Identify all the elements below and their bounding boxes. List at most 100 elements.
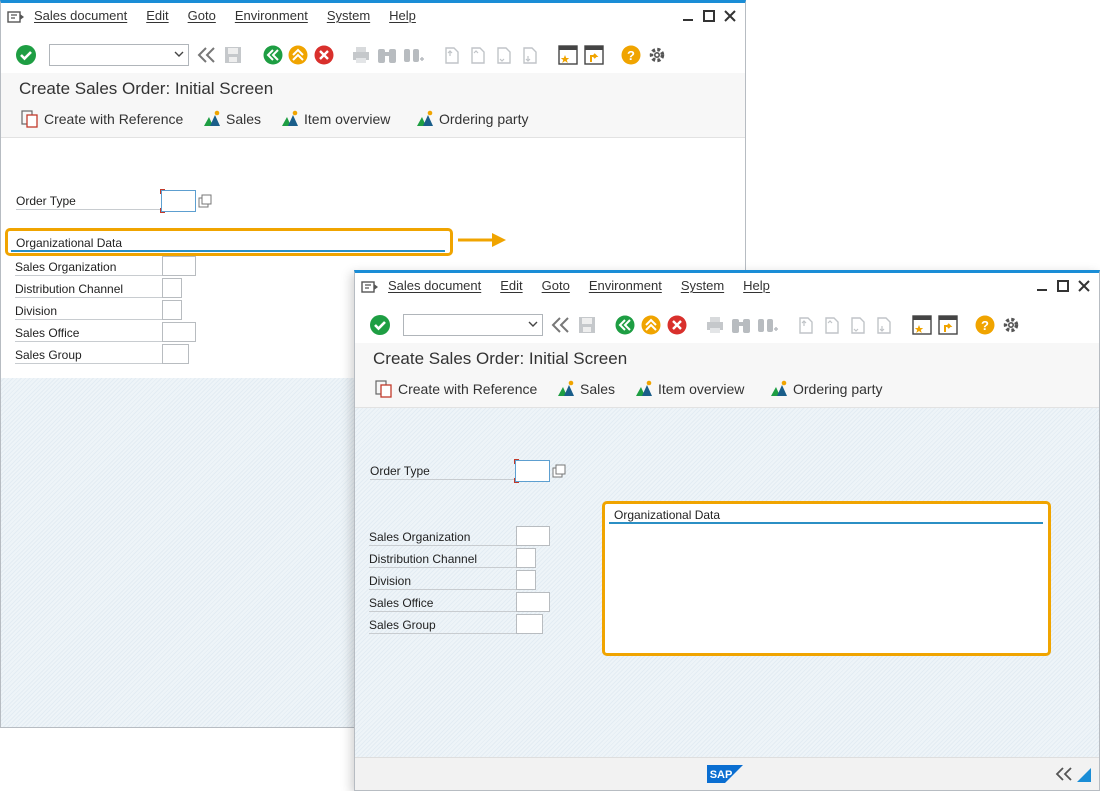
double-chevron-left-icon[interactable] bbox=[197, 46, 217, 64]
order-type-input[interactable] bbox=[516, 461, 553, 483]
sales-button[interactable]: Sales bbox=[203, 110, 261, 128]
gear-icon[interactable] bbox=[647, 45, 667, 65]
gear-icon[interactable] bbox=[1001, 315, 1021, 335]
menu-help[interactable]: Help bbox=[743, 278, 770, 293]
menu-sales-document[interactable]: Sales document bbox=[34, 8, 127, 23]
help-icon[interactable]: ? bbox=[621, 45, 641, 65]
distribution-channel-input[interactable] bbox=[163, 279, 181, 297]
item-overview-button[interactable]: Item overview bbox=[635, 380, 744, 398]
find-icon[interactable] bbox=[730, 315, 752, 335]
menu-edit[interactable]: Edit bbox=[146, 8, 168, 23]
create-session-icon[interactable] bbox=[557, 44, 579, 66]
sales-group-input[interactable] bbox=[163, 345, 188, 363]
help-icon[interactable]: ? bbox=[975, 315, 995, 335]
maximize-icon[interactable] bbox=[1056, 279, 1070, 293]
sales-group-field[interactable] bbox=[516, 614, 543, 634]
item-overview-button[interactable]: Item overview bbox=[281, 110, 390, 128]
close-icon[interactable] bbox=[723, 9, 737, 23]
command-input[interactable] bbox=[52, 46, 171, 66]
division-input[interactable] bbox=[517, 571, 535, 589]
order-type-field[interactable] bbox=[160, 189, 199, 213]
print-icon[interactable] bbox=[351, 46, 371, 64]
create-session-icon[interactable] bbox=[911, 314, 933, 336]
sales-organization-input[interactable] bbox=[163, 257, 195, 275]
command-field[interactable] bbox=[49, 44, 189, 66]
find-next-icon[interactable] bbox=[403, 45, 425, 65]
enter-icon[interactable] bbox=[369, 314, 391, 336]
save-icon[interactable] bbox=[577, 315, 597, 335]
shortcut-icon[interactable] bbox=[937, 314, 959, 336]
minimize-icon[interactable] bbox=[1035, 279, 1049, 293]
division-input[interactable] bbox=[163, 301, 181, 319]
find-next-icon[interactable] bbox=[757, 315, 779, 335]
menu-environment[interactable]: Environment bbox=[235, 8, 308, 23]
menu-system[interactable]: System bbox=[327, 8, 370, 23]
double-chevron-left-icon[interactable] bbox=[551, 316, 571, 334]
sales-label: Sales bbox=[226, 111, 262, 127]
menu-icon[interactable] bbox=[7, 9, 25, 25]
find-icon[interactable] bbox=[376, 45, 398, 65]
resize-grip-icon[interactable] bbox=[1077, 768, 1091, 782]
cancel-icon[interactable] bbox=[314, 45, 334, 65]
cancel-icon[interactable] bbox=[667, 315, 687, 335]
back-icon[interactable] bbox=[263, 45, 283, 65]
menu-system[interactable]: System bbox=[681, 278, 724, 293]
distribution-channel-field[interactable] bbox=[516, 548, 536, 568]
ordering-party-button[interactable]: Ordering party bbox=[416, 110, 528, 128]
last-page-icon[interactable] bbox=[521, 45, 539, 65]
enter-icon[interactable] bbox=[15, 44, 37, 66]
command-input[interactable] bbox=[406, 316, 525, 336]
value-help-icon[interactable] bbox=[198, 194, 212, 208]
ordering-party-button[interactable]: Ordering party bbox=[770, 380, 882, 398]
save-icon[interactable] bbox=[223, 45, 243, 65]
order-type-input[interactable] bbox=[162, 191, 199, 213]
copy-document-icon bbox=[21, 110, 38, 128]
sales-group-label: Sales Group bbox=[15, 346, 162, 364]
sales-organization-field[interactable] bbox=[516, 526, 550, 546]
menu-goto[interactable]: Goto bbox=[542, 278, 570, 293]
exit-icon[interactable] bbox=[288, 45, 308, 65]
back-icon[interactable] bbox=[615, 315, 635, 335]
shortcut-icon[interactable] bbox=[583, 44, 605, 66]
sales-office-field[interactable] bbox=[516, 592, 550, 612]
menu-goto[interactable]: Goto bbox=[188, 8, 216, 23]
value-help-icon[interactable] bbox=[552, 464, 566, 478]
print-icon[interactable] bbox=[705, 316, 725, 334]
sales-office-input[interactable] bbox=[517, 593, 549, 611]
next-page-icon[interactable] bbox=[495, 45, 513, 65]
chevron-down-icon[interactable] bbox=[528, 319, 538, 329]
maximize-icon[interactable] bbox=[702, 9, 716, 23]
system-toolbar: ? bbox=[1, 37, 745, 71]
create-with-reference-button[interactable]: Create with Reference bbox=[21, 110, 183, 128]
sales-organization-field[interactable] bbox=[162, 256, 196, 276]
sales-office-field[interactable] bbox=[162, 322, 196, 342]
command-field[interactable] bbox=[403, 314, 543, 336]
minimize-icon[interactable] bbox=[681, 9, 695, 23]
double-chevron-left-icon[interactable] bbox=[1055, 766, 1073, 782]
sales-group-input[interactable] bbox=[517, 615, 542, 633]
menu-sales-document[interactable]: Sales document bbox=[388, 278, 481, 293]
close-icon[interactable] bbox=[1077, 279, 1091, 293]
first-page-icon[interactable] bbox=[443, 45, 461, 65]
division-field[interactable] bbox=[516, 570, 536, 590]
last-page-icon[interactable] bbox=[875, 315, 893, 335]
sales-office-input[interactable] bbox=[163, 323, 195, 341]
first-page-icon[interactable] bbox=[797, 315, 815, 335]
next-page-icon[interactable] bbox=[849, 315, 867, 335]
chevron-down-icon[interactable] bbox=[174, 49, 184, 59]
order-type-field[interactable] bbox=[514, 459, 553, 483]
menu-edit[interactable]: Edit bbox=[500, 278, 522, 293]
menu-icon[interactable] bbox=[361, 279, 379, 295]
menu-help[interactable]: Help bbox=[389, 8, 416, 23]
sales-group-field[interactable] bbox=[162, 344, 189, 364]
division-field[interactable] bbox=[162, 300, 182, 320]
create-with-reference-button[interactable]: Create with Reference bbox=[375, 380, 537, 398]
previous-page-icon[interactable] bbox=[823, 315, 841, 335]
distribution-channel-input[interactable] bbox=[517, 549, 535, 567]
previous-page-icon[interactable] bbox=[469, 45, 487, 65]
distribution-channel-field[interactable] bbox=[162, 278, 182, 298]
exit-icon[interactable] bbox=[641, 315, 661, 335]
sales-organization-input[interactable] bbox=[517, 527, 549, 545]
sales-button[interactable]: Sales bbox=[557, 380, 615, 398]
menu-environment[interactable]: Environment bbox=[589, 278, 662, 293]
